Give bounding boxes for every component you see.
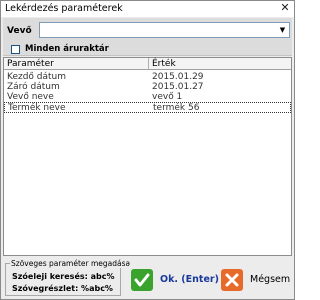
table-row-selected[interactable]: Termék neve termék 56: [4, 102, 291, 113]
row-value[interactable]: 2015.01.27: [152, 82, 204, 92]
hint-prefix-search: Szóeleji keresés: abc%: [12, 272, 115, 281]
ok-button-label: Ok. (Enter): [160, 274, 219, 285]
table-row[interactable]: Kezdő dátum 2015.01.29: [4, 72, 291, 82]
cancel-button[interactable]: Mégsem: [219, 265, 291, 295]
dropdown-arrow-icon[interactable]: ▼: [276, 23, 289, 37]
close-button[interactable]: ✕: [278, 2, 292, 15]
bottom-panel: Szöveges paraméter megadása Szóeleji ker…: [3, 257, 292, 299]
all-warehouses-label[interactable]: Minden áruraktár: [25, 44, 109, 54]
row-parameter: Kezdő dátum: [7, 72, 67, 82]
row-value[interactable]: 2015.01.29: [152, 72, 204, 82]
column-header-value[interactable]: Érték: [152, 59, 176, 69]
row-parameter: Termék neve: [8, 103, 66, 113]
parameter-grid[interactable]: Paraméter Érték Kezdő dátum 2015.01.29 Z…: [3, 57, 292, 256]
close-icon: [221, 269, 243, 291]
row-parameter: Záró dátum: [7, 82, 60, 92]
column-header-parameter[interactable]: Paraméter: [7, 59, 54, 69]
table-row[interactable]: Záró dátum 2015.01.27: [4, 82, 291, 92]
row-value[interactable]: vevő 1: [152, 92, 182, 102]
text-param-hint-box: Szöveges paraméter megadása Szóeleji ker…: [5, 259, 132, 296]
vevo-dropdown[interactable]: ▼: [39, 22, 290, 38]
row-parameter: Vevő neve: [7, 92, 54, 102]
row-value[interactable]: termék 56: [153, 103, 199, 113]
grid-header: Paraméter Érték: [4, 58, 291, 70]
filter-panel: Vevő ▼ Minden áruraktár: [3, 18, 292, 56]
column-separator[interactable]: [148, 58, 149, 70]
cancel-button-label: Mégsem: [250, 274, 291, 285]
hint-substring-search: Szóvegrészlet: %abc%: [12, 284, 113, 293]
ok-button[interactable]: Ok. (Enter): [129, 265, 219, 295]
title-bar[interactable]: Lekérdezés paraméterek ✕: [1, 1, 294, 17]
dialog-window: Lekérdezés paraméterek ✕ Vevő ▼ Minden á…: [0, 0, 295, 300]
window-title: Lekérdezés paraméterek: [5, 3, 123, 14]
vevo-label: Vevő: [7, 26, 32, 36]
table-row[interactable]: Vevő neve vevő 1: [4, 92, 291, 102]
checkmark-icon: [131, 269, 153, 291]
hint-title: Szöveges paraméter megadása: [10, 259, 132, 268]
all-warehouses-checkbox[interactable]: [11, 45, 20, 54]
